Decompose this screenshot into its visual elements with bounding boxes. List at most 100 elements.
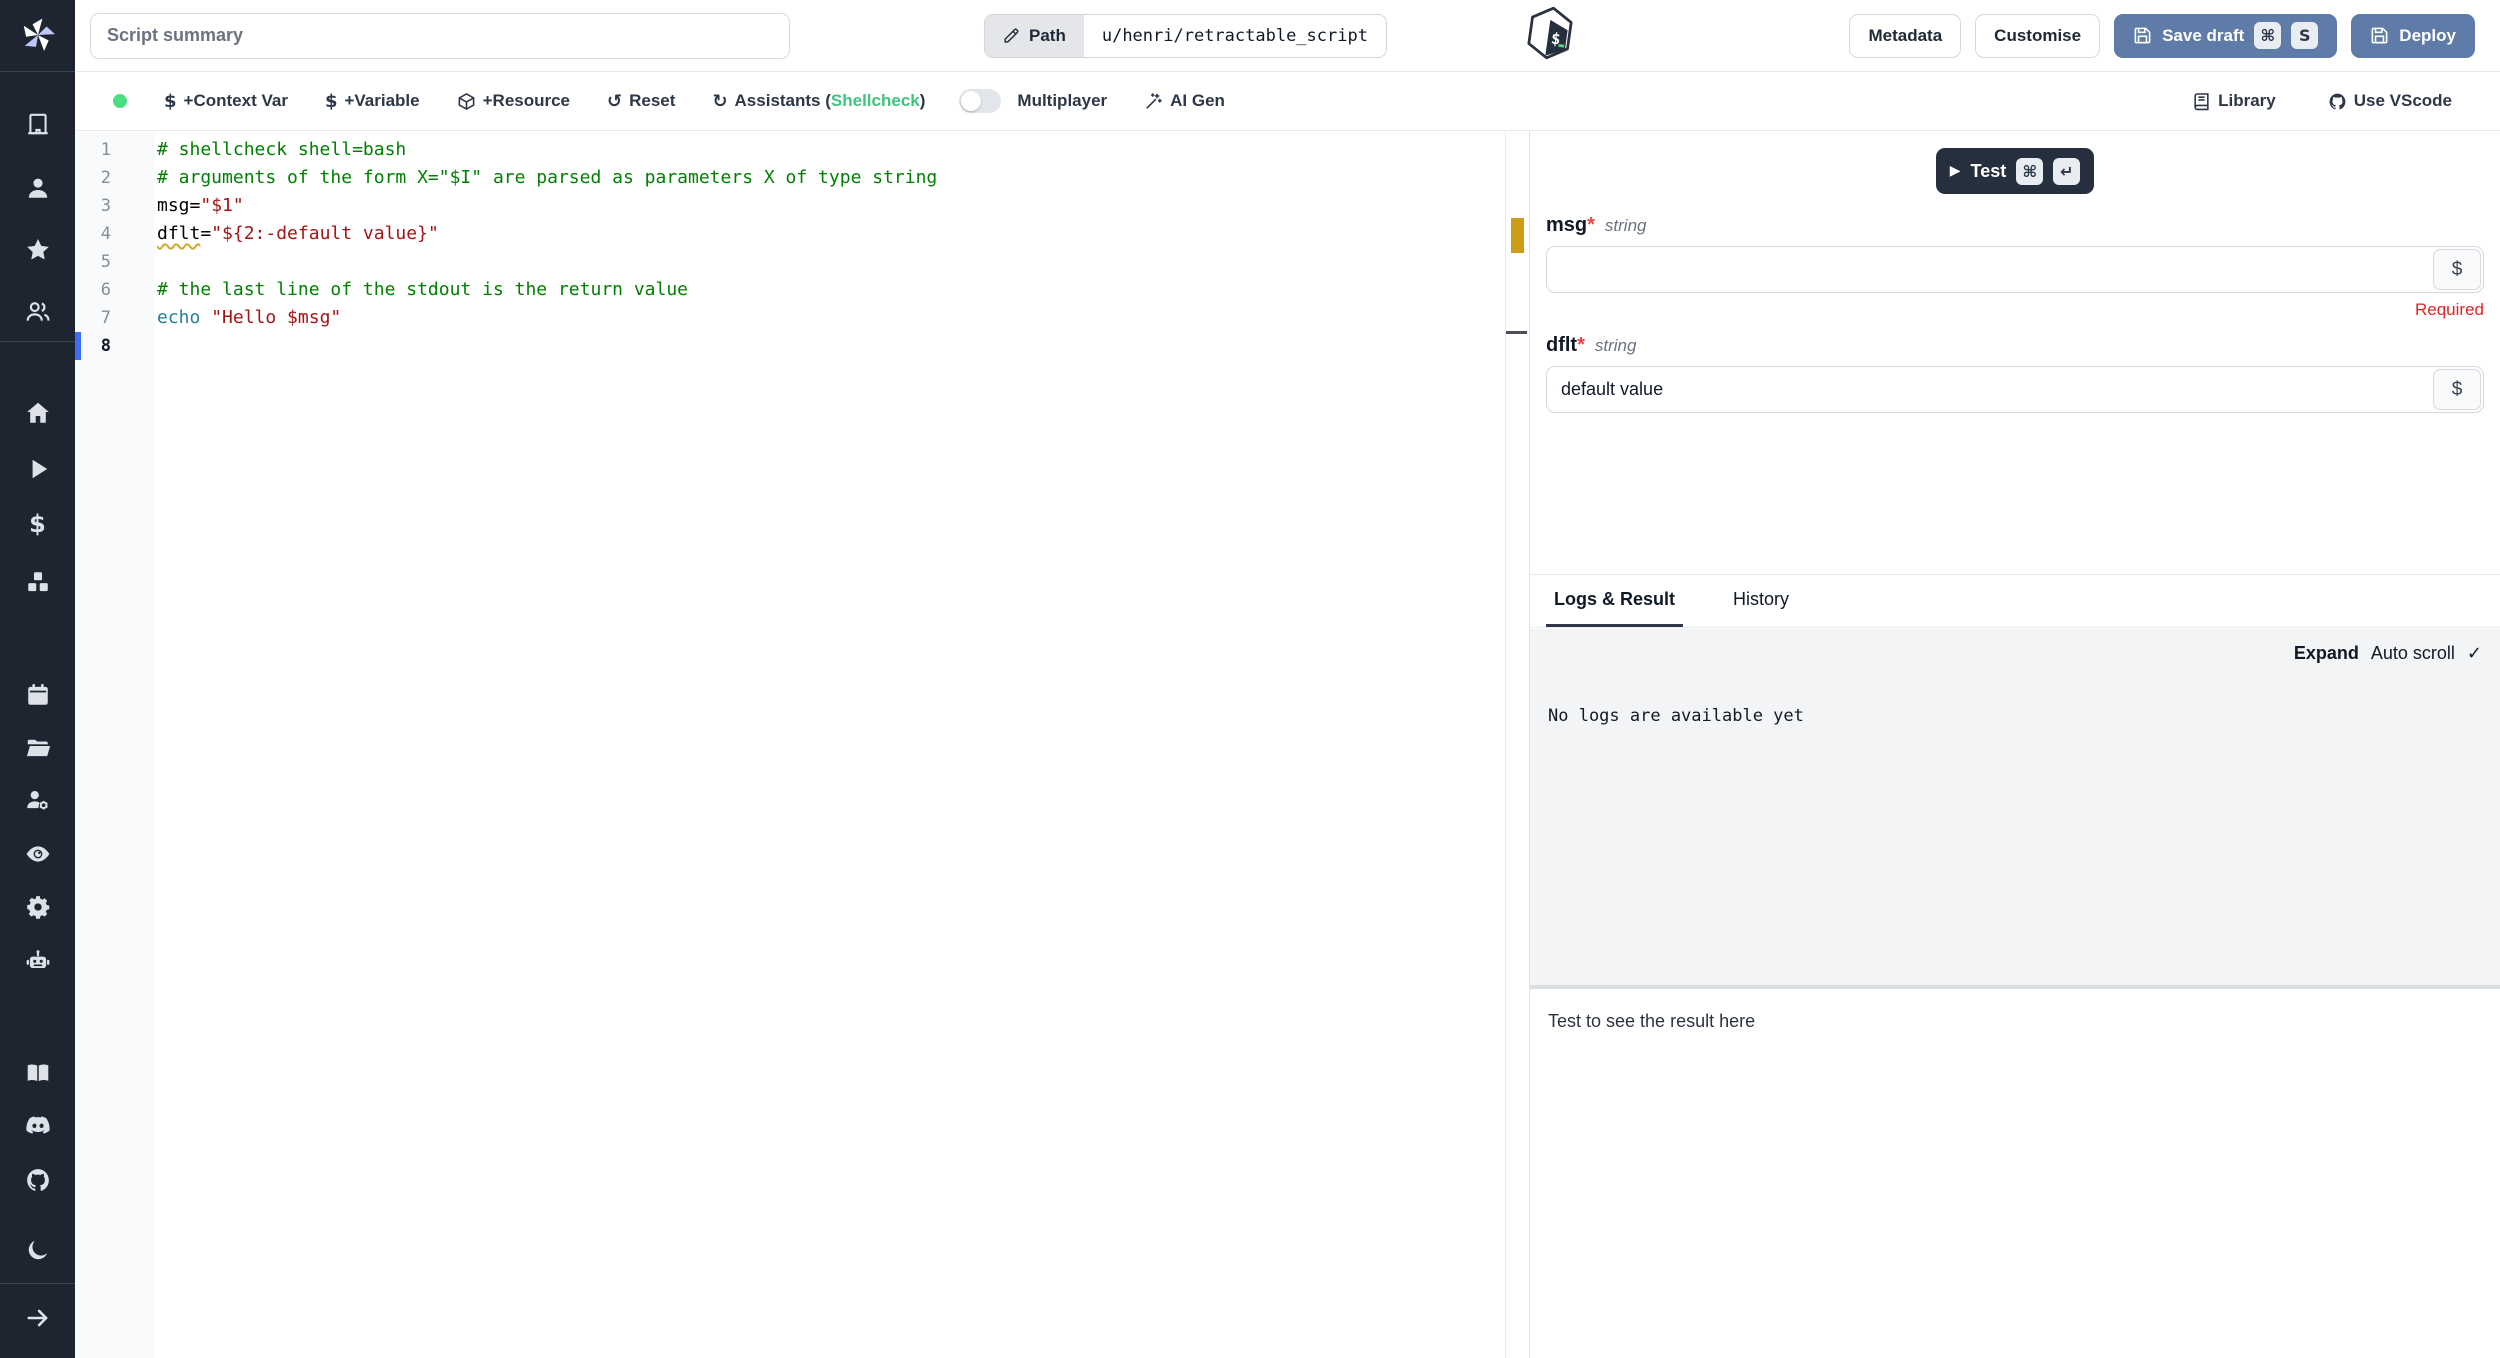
users-icon[interactable] (0, 298, 75, 326)
topbar: Path u/henri/retractable_script $ Metada… (75, 0, 2500, 72)
tab-history[interactable]: History (1725, 575, 1797, 627)
use-vscode-label: Use VScode (2353, 91, 2452, 110)
book-icon (2194, 92, 2209, 110)
field-type: string (1594, 336, 1637, 355)
path-label: Path (1029, 25, 1066, 45)
runs-play-icon[interactable] (0, 455, 75, 483)
test-button[interactable]: ▶ Test ⌘ ↵ (1935, 148, 2095, 194)
script-path-value[interactable]: u/henri/retractable_script (1083, 14, 1386, 57)
sidebar-divider (0, 341, 75, 342)
code-area[interactable]: # shellcheck shell=bash # arguments of th… (155, 132, 1528, 1358)
discord-icon[interactable] (0, 1111, 75, 1139)
library-button[interactable]: Library (2192, 91, 2276, 111)
play-icon: ▶ (1949, 163, 1961, 179)
workspace-building-icon[interactable] (0, 110, 75, 138)
deploy-button[interactable]: Deploy (2351, 13, 2475, 58)
warning-marker (1511, 218, 1524, 253)
code-line[interactable]: dflt="${2:-default value}" (157, 220, 1528, 248)
dollar-icon: $ (164, 90, 177, 112)
settings-gear-icon[interactable] (0, 893, 75, 921)
magic-wand-icon (1146, 92, 1162, 109)
field-label-dflt: dflt* string (1546, 334, 2484, 357)
package-icon (458, 92, 475, 110)
code-line[interactable]: # arguments of the form X="$I" are parse… (157, 164, 1528, 192)
github-icon[interactable] (0, 1166, 75, 1194)
code-editor[interactable]: 12345678 # shellcheck shell=bash # argume… (75, 132, 1528, 1358)
result-pane: Test to see the result here (1530, 989, 2500, 1358)
docs-book-icon[interactable] (0, 1059, 75, 1087)
add-resource-label: +Resource (482, 91, 571, 110)
field-label-msg: msg* string (1546, 214, 2484, 237)
assistants-label: Assistants (Shellcheck) (734, 91, 926, 110)
workers-robot-icon[interactable] (0, 947, 75, 975)
sidebar-divider (0, 1283, 75, 1284)
add-context-var-button[interactable]: $ +Context Var (164, 91, 288, 112)
logs-pane: Expand Auto scroll ✓ No logs are availab… (1530, 629, 2500, 985)
multiplayer-toggle[interactable] (959, 89, 1002, 113)
expand-logs-button[interactable]: Expand (2294, 643, 2359, 664)
logs-empty-message: No logs are available yet (1548, 706, 1804, 726)
script-summary-input[interactable] (90, 12, 790, 59)
msg-input[interactable] (1546, 246, 2484, 293)
reset-icon: ↺ (607, 90, 623, 112)
required-star: * (1577, 334, 1585, 356)
user-icon[interactable] (0, 174, 75, 202)
line-number: 5 (100, 252, 111, 272)
windmill-logo-icon[interactable] (16, 13, 60, 57)
add-resource-button[interactable]: +Resource (457, 91, 570, 111)
save-draft-button[interactable]: Save draft ⌘ S (2114, 13, 2338, 58)
status-dot (113, 94, 127, 108)
expand-sidebar-arrow-icon[interactable] (0, 1304, 75, 1332)
sidebar: $ (0, 0, 75, 1358)
code-line[interactable]: # shellcheck shell=bash (157, 136, 1528, 164)
ai-gen-button[interactable]: AI Gen (1144, 91, 1225, 111)
resources-cubes-icon[interactable] (0, 568, 75, 596)
code-line[interactable] (157, 332, 1528, 360)
code-line[interactable]: # the last line of the stdout is the ret… (157, 276, 1528, 304)
variable-picker-button[interactable]: $ (2433, 369, 2481, 410)
add-context-var-label: +Context Var (183, 91, 288, 110)
reset-button[interactable]: ↺ Reset (607, 91, 675, 112)
dflt-input[interactable] (1546, 366, 2484, 413)
use-vscode-button[interactable]: Use VScode (2328, 91, 2452, 111)
field-input-dflt-wrap: $ (1546, 366, 2484, 413)
github-icon (2329, 93, 2346, 109)
toggle-knob (961, 91, 982, 111)
tab-logs-result[interactable]: Logs & Result (1546, 575, 1684, 627)
star-icon[interactable] (0, 236, 75, 264)
metadata-button[interactable]: Metadata (1849, 13, 1962, 58)
refresh-icon: ↻ (712, 90, 728, 112)
checkmark-icon[interactable]: ✓ (2467, 643, 2482, 664)
schedules-calendar-icon[interactable] (0, 681, 75, 709)
save-icon (2134, 27, 2151, 44)
variable-picker-button[interactable]: $ (2433, 249, 2481, 290)
groups-user-cog-icon[interactable] (0, 786, 75, 814)
required-star: * (1587, 214, 1595, 236)
audit-eye-icon[interactable] (0, 840, 75, 868)
field-type: string (1604, 216, 1647, 235)
msg-required-error: Required (2415, 300, 2484, 319)
home-icon[interactable] (0, 399, 75, 427)
autoscroll-label: Auto scroll (2370, 643, 2455, 663)
library-label: Library (2218, 91, 2276, 110)
kbd-cmd: ⌘ (2016, 157, 2044, 185)
field-name: msg (1546, 214, 1588, 236)
save-icon (2371, 27, 2388, 44)
path-control[interactable]: Path u/henri/retractable_script (984, 13, 1387, 58)
assistants-button[interactable]: ↻ Assistants (Shellcheck) (712, 91, 925, 112)
code-line[interactable]: msg="$1" (157, 192, 1528, 220)
test-label: Test (1970, 160, 2007, 181)
folders-icon[interactable] (0, 734, 75, 762)
line-number: 6 (100, 280, 111, 300)
theme-moon-icon[interactable] (0, 1236, 75, 1264)
cursor-marker (1506, 331, 1527, 334)
code-line[interactable] (157, 248, 1528, 276)
variables-dollar-icon[interactable]: $ (0, 510, 75, 538)
bash-language-icon: $ (1524, 4, 1576, 67)
path-edit-button[interactable]: Path (985, 14, 1084, 57)
add-variable-button[interactable]: $ +Variable (325, 91, 420, 112)
overview-ruler[interactable] (1505, 132, 1528, 1358)
customise-button[interactable]: Customise (1975, 13, 2101, 58)
windmill-script-editor: $ Script summary Path u/henri/retractabl… (0, 0, 2500, 1358)
code-line[interactable]: echo "Hello $msg" (157, 304, 1528, 332)
